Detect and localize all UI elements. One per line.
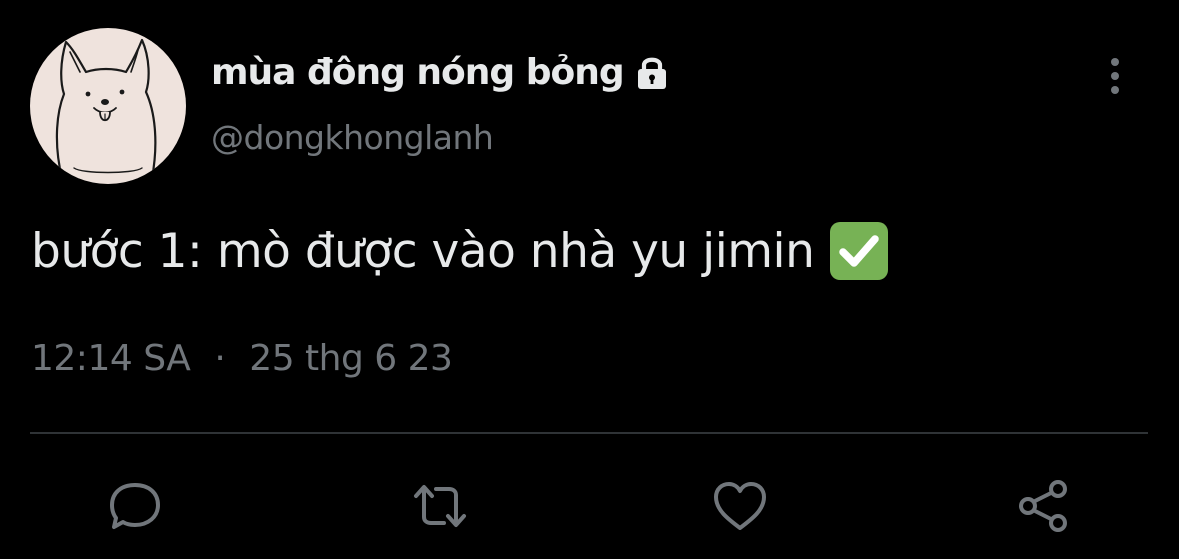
more-vertical-icon [1111,58,1119,94]
tweet-text: bước 1: mò được vào nhà yu jimin [31,223,815,279]
comment-icon [110,483,160,529]
tweet-body: bước 1: mò được vào nhà yu jimin [31,218,890,284]
reply-button[interactable] [105,476,165,536]
like-button[interactable] [710,476,770,536]
share-button[interactable] [1014,476,1074,536]
author-handle[interactable]: @dongkhonglanh [211,118,494,157]
author-display-name[interactable]: mùa đông nóng bỏng [211,52,625,93]
tweet-timestamp[interactable]: 12:14 SA · 25 thg 6 23 [31,334,453,382]
heart-icon [714,482,766,530]
tweet-time: 12:14 SA [31,337,191,379]
retweet-icon [414,485,466,527]
timestamp-separator: · [214,337,226,379]
avatar[interactable] [30,28,186,184]
retweet-button[interactable] [410,476,470,536]
lock-icon [637,57,666,89]
share-icon [1019,480,1067,532]
dog-doodle-avatar-icon [55,38,157,180]
author-name-row: mùa đông nóng bỏng [211,44,672,100]
check-mark-button-emoji-icon [830,222,889,280]
tweet-date: 25 thg 6 23 [249,337,453,379]
divider [30,432,1148,434]
more-options-button[interactable] [1100,54,1130,98]
